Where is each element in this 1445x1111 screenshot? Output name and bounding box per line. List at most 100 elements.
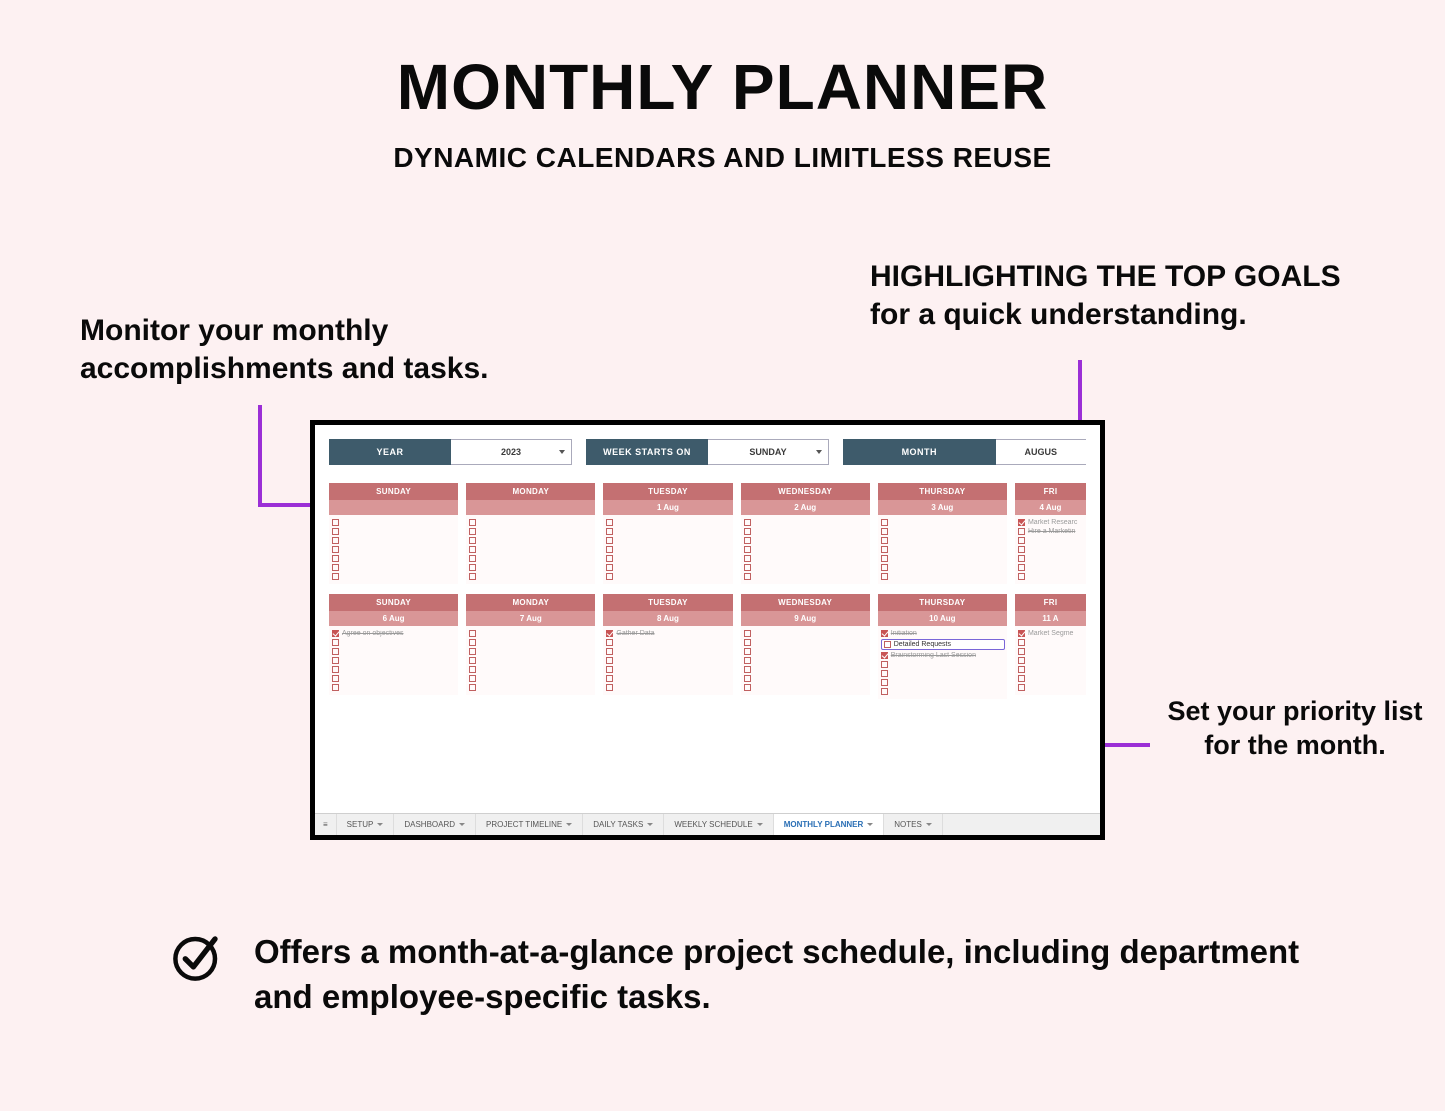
task-row[interactable] [881,519,1005,526]
sheet-tab[interactable]: WEEKLY SCHEDULE [664,814,773,835]
checkbox-icon[interactable] [332,555,339,562]
task-row[interactable] [1018,564,1084,571]
checkbox-icon[interactable] [1018,666,1025,673]
task-row[interactable]: Agree on objectives [332,630,456,637]
task-row[interactable] [606,684,730,691]
checkbox-icon[interactable] [881,670,888,677]
task-row[interactable] [1018,537,1084,544]
task-row[interactable] [469,684,593,691]
checkbox-icon[interactable] [469,519,476,526]
task-row[interactable] [881,564,1005,571]
checkbox-icon[interactable] [744,684,751,691]
task-row[interactable] [606,666,730,673]
checkbox-icon[interactable] [606,657,613,664]
checkbox-icon[interactable] [332,648,339,655]
task-row[interactable] [744,657,868,664]
task-row[interactable] [606,528,730,535]
task-row[interactable] [332,537,456,544]
month-value[interactable]: AUGUS [996,439,1086,465]
checkbox-icon[interactable] [469,573,476,580]
checkbox-icon[interactable] [881,537,888,544]
task-row[interactable] [1018,555,1084,562]
checkbox-icon[interactable] [744,675,751,682]
checkbox-icon[interactable] [606,573,613,580]
task-row[interactable] [606,675,730,682]
task-row[interactable] [744,528,868,535]
checkbox-icon[interactable] [744,519,751,526]
checkbox-icon[interactable] [606,630,613,637]
task-row[interactable] [606,639,730,646]
task-row[interactable] [332,648,456,655]
week-value[interactable]: SUNDAY [708,439,829,465]
checkbox-icon[interactable] [744,648,751,655]
checkbox-icon[interactable] [332,630,339,637]
checkbox-icon[interactable] [606,537,613,544]
task-row[interactable] [881,670,1005,677]
task-row[interactable] [606,573,730,580]
checkbox-icon[interactable] [469,555,476,562]
task-row[interactable] [332,684,456,691]
checkbox-icon[interactable] [1018,684,1025,691]
checkbox-icon[interactable] [606,555,613,562]
task-row[interactable] [1018,639,1084,646]
checkbox-icon[interactable] [744,537,751,544]
task-row[interactable]: Market Researc [1018,519,1084,526]
task-row[interactable] [881,679,1005,686]
checkbox-icon[interactable] [469,639,476,646]
task-row[interactable] [469,630,593,637]
checkbox-icon[interactable] [606,519,613,526]
checkbox-icon[interactable] [744,657,751,664]
checkbox-icon[interactable] [469,546,476,553]
task-row[interactable] [744,555,868,562]
task-row[interactable] [332,528,456,535]
checkbox-icon[interactable] [332,519,339,526]
checkbox-icon[interactable] [1018,564,1025,571]
checkbox-icon[interactable] [1018,657,1025,664]
task-row[interactable] [332,546,456,553]
sheet-tab[interactable]: SETUP [337,814,395,835]
checkbox-icon[interactable] [469,528,476,535]
task-row[interactable] [332,666,456,673]
checkbox-icon[interactable] [1018,675,1025,682]
checkbox-icon[interactable] [332,657,339,664]
checkbox-icon[interactable] [332,573,339,580]
checkbox-icon[interactable] [1018,639,1025,646]
task-row[interactable] [744,564,868,571]
task-row[interactable] [1018,666,1084,673]
task-row[interactable]: Market Segme [1018,630,1084,637]
checkbox-icon[interactable] [881,555,888,562]
task-row[interactable] [606,555,730,562]
task-row[interactable] [469,573,593,580]
task-row[interactable] [332,519,456,526]
task-row[interactable] [744,675,868,682]
task-row[interactable] [744,546,868,553]
year-selector[interactable]: YEAR 2023 [329,439,572,465]
task-row[interactable] [469,657,593,664]
task-row[interactable] [881,661,1005,668]
task-row[interactable] [1018,573,1084,580]
task-row[interactable] [469,639,593,646]
checkbox-icon[interactable] [744,573,751,580]
task-row[interactable] [881,537,1005,544]
checkbox-icon[interactable] [881,564,888,571]
task-row[interactable] [469,555,593,562]
task-row[interactable]: Hire a Marketin [1018,528,1084,535]
task-row[interactable] [744,639,868,646]
checkbox-icon[interactable] [469,630,476,637]
checkbox-icon[interactable] [881,519,888,526]
checkbox-icon[interactable] [332,666,339,673]
task-row[interactable] [606,564,730,571]
task-row[interactable]: Gather Data [606,630,730,637]
task-row[interactable] [469,666,593,673]
checkbox-icon[interactable] [606,564,613,571]
checkbox-icon[interactable] [469,537,476,544]
task-row[interactable] [332,573,456,580]
checkbox-icon[interactable] [881,679,888,686]
task-row[interactable]: Detailed Requests [881,639,1005,650]
task-row[interactable] [744,648,868,655]
checkbox-icon[interactable] [332,684,339,691]
checkbox-icon[interactable] [606,639,613,646]
checkbox-icon[interactable] [1018,537,1025,544]
task-row[interactable] [881,546,1005,553]
task-row[interactable]: Initiation [881,630,1005,637]
